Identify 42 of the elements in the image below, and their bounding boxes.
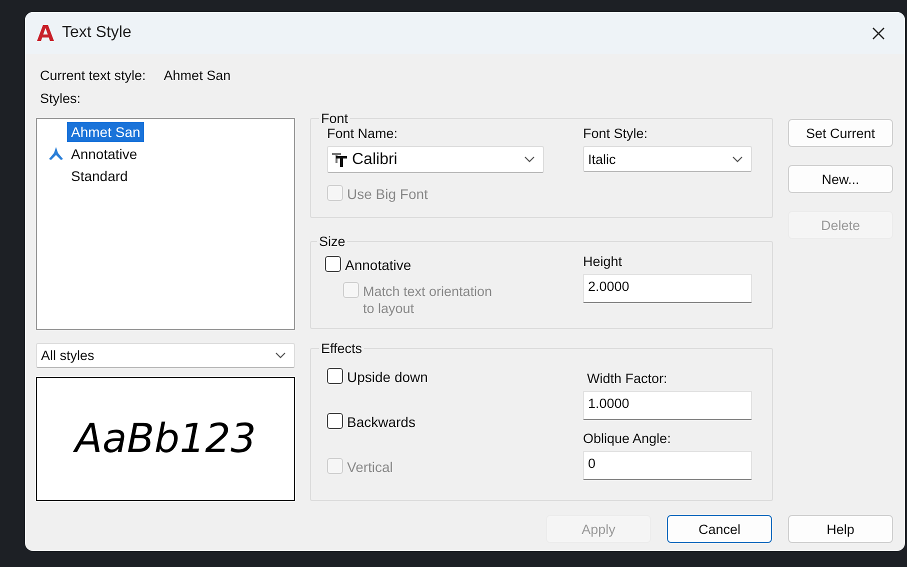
- checkbox-label: Use Big Font: [347, 186, 428, 203]
- close-icon: [872, 26, 884, 40]
- checkbox-label: Vertical: [347, 459, 393, 476]
- font-type-icon: [332, 152, 348, 168]
- current-style-value: Ahmet San: [164, 68, 231, 83]
- group-title: Size: [318, 234, 346, 249]
- style-filter-dropdown[interactable]: All styles: [36, 343, 295, 368]
- height-field[interactable]: 2.0000: [583, 274, 752, 303]
- checkbox-label: Annotative: [345, 257, 412, 274]
- oblique-angle-label: Oblique Angle:: [583, 431, 672, 446]
- style-list-item[interactable]: Ahmet San: [67, 122, 144, 142]
- window-title: Text Style: [62, 24, 132, 42]
- font-name-dropdown[interactable]: Calibri: [327, 146, 544, 173]
- style-list-item[interactable]: Standard: [67, 166, 132, 186]
- dialog-button[interactable]: Set Current: [788, 119, 893, 147]
- checkbox-label: Match text orientation to layout: [363, 283, 494, 317]
- font-name-label: Font Name:: [327, 126, 399, 141]
- dialog-button[interactable]: Cancel: [667, 515, 772, 543]
- group-title: Effects: [320, 341, 364, 356]
- checkbox[interactable]: [325, 256, 341, 272]
- checkbox-label: Backwards: [347, 414, 416, 431]
- style-list-item[interactable]: Annotative: [67, 144, 142, 164]
- width-factor-label: Width Factor:: [587, 371, 668, 386]
- dialog-button[interactable]: Help: [788, 515, 893, 543]
- oblique-angle-field[interactable]: 0: [583, 451, 752, 480]
- chevron-down-icon: [275, 352, 286, 359]
- checkbox-label: Upside down: [347, 369, 428, 386]
- checkbox[interactable]: [327, 368, 343, 384]
- font-style-dropdown[interactable]: Italic: [583, 146, 752, 172]
- dialog-button[interactable]: New...: [788, 165, 893, 193]
- height-label: Height: [583, 254, 624, 269]
- chevron-down-icon: [524, 156, 535, 163]
- group-title: Font: [320, 111, 350, 126]
- checkbox[interactable]: [327, 413, 343, 429]
- annotative-icon: [49, 147, 63, 161]
- app-logo-icon: [37, 25, 54, 41]
- chevron-down-icon: [732, 156, 743, 162]
- styles-label: Styles:: [40, 91, 82, 106]
- current-style-label: Current text style:: [40, 68, 146, 83]
- preview-sample: AaBb123: [74, 416, 256, 462]
- font-style-label: Font Style:: [583, 126, 649, 141]
- width-factor-field[interactable]: 1.0000: [583, 391, 752, 420]
